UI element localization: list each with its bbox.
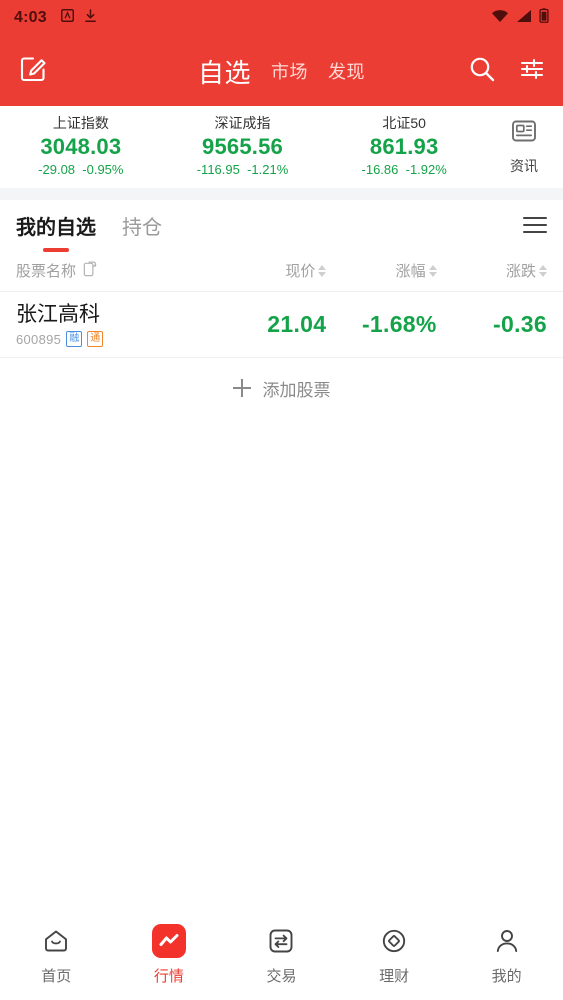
- download-icon: [84, 8, 97, 28]
- index-change-pct: -1.92%: [405, 162, 447, 177]
- column-header-percent[interactable]: 涨幅: [326, 260, 437, 281]
- header-tab-watchlist[interactable]: 自选: [198, 53, 251, 90]
- index-card-shanghai[interactable]: 上证指数 3048.03 -29.08 -0.95%: [0, 113, 162, 179]
- home-icon: [39, 924, 73, 958]
- section-divider: [0, 188, 563, 200]
- index-change-abs: -16.86: [361, 162, 399, 177]
- header-actions: [467, 54, 547, 89]
- nav-item-home[interactable]: 首页: [0, 924, 113, 986]
- stock-price: 21.04: [267, 311, 327, 337]
- add-stock-button[interactable]: 添加股票: [0, 358, 563, 418]
- index-change: -16.86 -1.92%: [323, 161, 485, 179]
- index-change-abs: -29.08: [38, 162, 76, 177]
- badge-margin-trading: 融: [66, 331, 83, 347]
- watchlist-tabbar: 我的自选 持仓: [0, 200, 563, 250]
- swap-layout-icon[interactable]: [82, 260, 99, 281]
- stock-percent: -1.68%: [361, 311, 437, 337]
- status-time: 4:03: [14, 9, 47, 26]
- app-screen: 4:03 自选 市场 发现 上证指数 3048.03 -29.08 -0.95%…: [0, 0, 563, 1000]
- nav-item-profile[interactable]: 我的: [450, 924, 563, 986]
- market-chart-icon: [151, 924, 186, 958]
- nav-label-finance: 理财: [379, 968, 410, 985]
- news-button-label: 资讯: [510, 158, 539, 174]
- stock-meta: 600895 融 通: [16, 331, 216, 347]
- bottom-navigation: 首页 行情 交易 理财 我的: [0, 916, 563, 1000]
- add-stock-label: 添加股票: [262, 380, 331, 400]
- table-column-headers: 股票名称 现价 涨幅 涨跌: [0, 250, 563, 292]
- stock-change: -0.36: [493, 311, 547, 337]
- column-header-percent-label: 涨幅: [395, 263, 426, 280]
- wifi-icon: [491, 9, 509, 28]
- index-name: 北证50: [382, 115, 426, 131]
- hamburger-line: [523, 224, 547, 226]
- column-header-name-label: 股票名称: [16, 263, 77, 280]
- stock-code: 600895: [16, 331, 62, 347]
- hamburger-line: [523, 231, 547, 233]
- column-header-price[interactable]: 现价: [216, 260, 327, 281]
- nav-label-market: 行情: [153, 968, 184, 985]
- header-tab-market[interactable]: 市场: [271, 58, 308, 84]
- edit-compose-icon: [16, 52, 50, 91]
- nav-label-home: 首页: [41, 968, 72, 985]
- news-button[interactable]: 资讯: [485, 116, 563, 176]
- stock-identity: 张江高科 600895 融 通: [16, 302, 216, 347]
- finance-coin-icon: [377, 924, 411, 958]
- column-header-price-label: 现价: [285, 263, 316, 280]
- index-strip: 上证指数 3048.03 -29.08 -0.95% 深证成指 9565.56 …: [0, 106, 563, 188]
- index-value: 9565.56: [202, 134, 283, 159]
- index-value: 3048.03: [40, 134, 122, 159]
- status-right-icons: [491, 8, 549, 28]
- battery-icon: [539, 8, 549, 28]
- header-tab-discover[interactable]: 发现: [328, 58, 365, 84]
- index-card-beijing50[interactable]: 北证50 861.93 -16.86 -1.92%: [323, 113, 485, 179]
- index-change-pct: -1.21%: [247, 162, 289, 177]
- nav-item-trade[interactable]: 交易: [225, 924, 338, 986]
- signal-icon: [516, 9, 532, 28]
- column-header-change-label: 涨跌: [505, 263, 536, 280]
- index-change: -29.08 -0.95%: [0, 161, 162, 179]
- app-badge-icon: [60, 9, 74, 27]
- search-icon[interactable]: [467, 54, 497, 89]
- content-empty-area: [0, 418, 563, 916]
- nav-label-profile: 我的: [491, 968, 522, 985]
- plus-icon: [232, 379, 251, 397]
- nav-item-market[interactable]: 行情: [113, 924, 226, 986]
- stock-name: 张江高科: [16, 303, 100, 326]
- sliders-icon[interactable]: [517, 54, 547, 89]
- sort-arrows-icon[interactable]: [538, 264, 547, 277]
- index-change-pct: -0.95%: [82, 162, 124, 177]
- edit-compose-button[interactable]: [16, 52, 62, 91]
- subtab-holdings[interactable]: 持仓: [122, 211, 162, 240]
- column-header-name[interactable]: 股票名称: [16, 260, 216, 281]
- nav-label-trade: 交易: [266, 968, 297, 985]
- index-name: 深证成指: [214, 115, 271, 131]
- nav-item-finance[interactable]: 理财: [338, 924, 451, 986]
- index-card-shenzhen[interactable]: 深证成指 9565.56 -116.95 -1.21%: [162, 113, 324, 179]
- index-name: 上证指数: [52, 115, 109, 131]
- profile-person-icon: [490, 924, 524, 958]
- trade-exchange-icon: [264, 924, 298, 958]
- news-card-icon: [509, 116, 539, 151]
- index-change: -116.95 -1.21%: [162, 161, 324, 179]
- sort-arrows-icon[interactable]: [428, 264, 437, 277]
- hamburger-line: [523, 217, 547, 219]
- column-header-change[interactable]: 涨跌: [437, 260, 547, 281]
- index-change-abs: -116.95: [196, 162, 240, 177]
- badge-stock-connect: 通: [87, 331, 104, 347]
- sort-arrows-icon[interactable]: [318, 264, 327, 277]
- subtab-my-watchlist[interactable]: 我的自选: [16, 211, 96, 240]
- app-header: 自选 市场 发现: [0, 36, 563, 106]
- table-row[interactable]: 张江高科 600895 融 通 21.04 -1.68% -0.36: [0, 292, 563, 358]
- hamburger-menu-icon[interactable]: [523, 217, 547, 233]
- status-bar: 4:03: [0, 0, 563, 36]
- index-value: 861.93: [369, 134, 439, 159]
- status-left-icons: [60, 8, 97, 28]
